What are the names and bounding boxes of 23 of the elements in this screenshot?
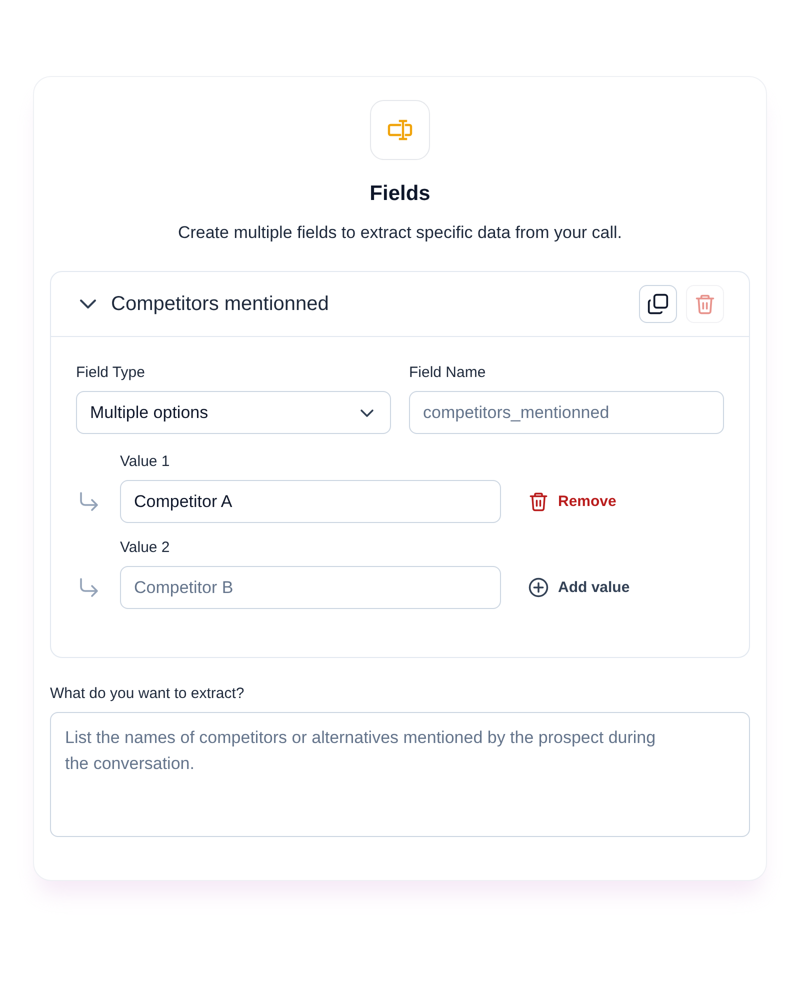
section-title: Fields: [370, 182, 430, 206]
field-title: Competitors mentionned: [111, 292, 330, 316]
value-label: Value 2: [120, 539, 171, 557]
value-input[interactable]: Competitor A: [120, 480, 501, 523]
extract-textarea[interactable]: List the names of competitors or alternatives mentioned by the prospect during the conversation.: [50, 712, 750, 837]
duplicate-button[interactable]: [639, 285, 677, 323]
corner-arrow-icon: [78, 491, 100, 513]
add-value-button[interactable]: Add value: [528, 566, 630, 609]
section-description: Create multiple fields to extract specific data from your call.: [178, 222, 622, 244]
copy-icon: [647, 293, 669, 315]
field-label: Field Name: [409, 364, 487, 382]
value-input[interactable]: Competitor B: [120, 566, 501, 609]
extract-label: What do you want to extract?: [50, 685, 244, 703]
trash-icon: [528, 491, 549, 512]
value-label: Value 1: [120, 453, 171, 471]
text-cursor-icon: [370, 100, 430, 160]
plus-circle-icon: [528, 577, 549, 598]
corner-arrow-icon: [78, 577, 100, 599]
field-name-input[interactable]: competitors_mentionned: [409, 391, 724, 434]
field-type-select[interactable]: Multiple options: [76, 391, 391, 434]
field-label: Field Type: [76, 364, 146, 382]
trash-icon: [694, 293, 716, 315]
remove-value-button[interactable]: Remove: [528, 480, 616, 523]
